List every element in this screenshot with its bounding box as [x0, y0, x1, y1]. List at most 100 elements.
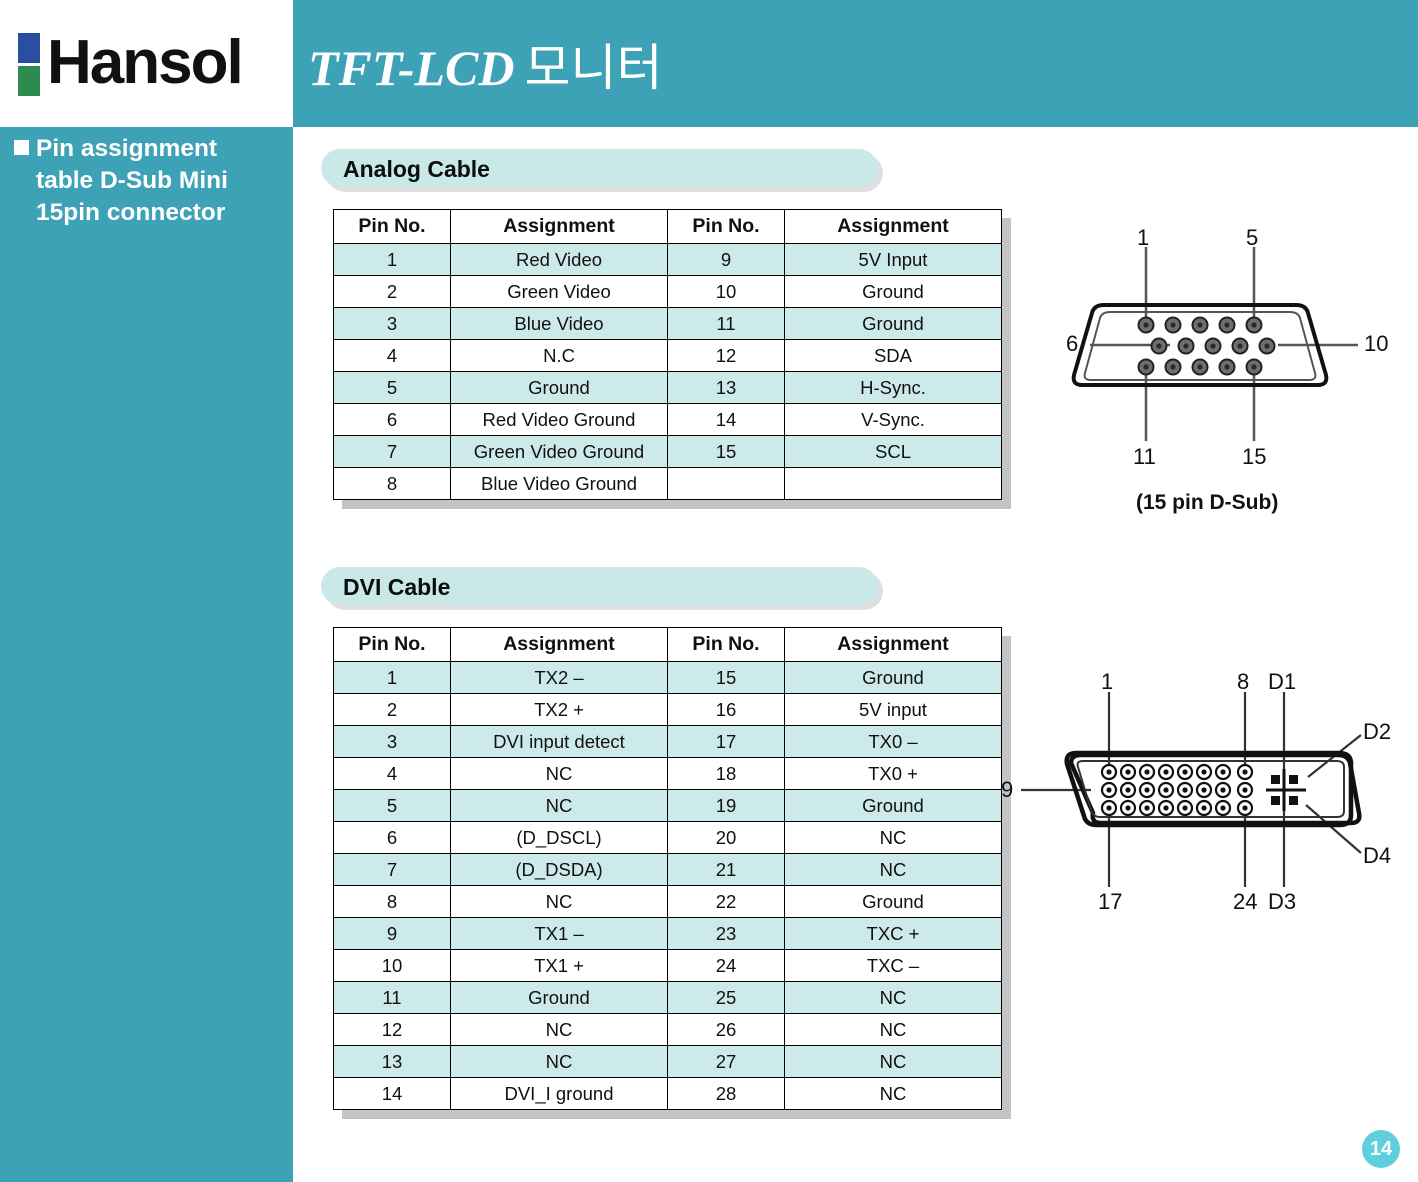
dvi-label-pin9: 9 [1001, 777, 1014, 802]
cell-pin-number: 8 [333, 885, 451, 918]
cell-assignment: H-Sync. [784, 371, 1002, 404]
dvi-label-pin17: 17 [1098, 889, 1123, 914]
logo-wordmark: Hansol [47, 28, 244, 97]
dvi-label-d4: D4 [1363, 843, 1392, 868]
dvi-label-pin24: 24 [1233, 889, 1258, 914]
dsub-label-pin1: 1 [1137, 225, 1150, 250]
cell-assignment: V-Sync. [784, 403, 1002, 436]
table-row: 11 Ground 25 NC [333, 981, 1002, 1014]
cell-assignment: TX0 – [784, 725, 1002, 758]
cell-pin-number [667, 467, 785, 500]
dsub-pins-top [1137, 316, 1263, 334]
cell-pin-number: 23 [667, 917, 785, 950]
cell-pin-number: 12 [667, 339, 785, 372]
cell-assignment: NC [784, 1013, 1002, 1046]
table-row: 1 Red Video 9 5V Input [333, 243, 1002, 276]
cell-assignment: Ground [784, 789, 1002, 822]
cell-assignment: Ground [450, 981, 668, 1014]
cell-assignment: Blue Video [450, 307, 668, 340]
cell-assignment: 5V input [784, 693, 1002, 726]
dvi-table-body: 1 TX2 –15 Ground 2 TX2 +16 5V input 3 DVI input… [333, 661, 1002, 1110]
section-header-dvi-cable-label: DVI Cable [343, 574, 451, 600]
hansol-logo: Hansol [18, 27, 244, 99]
table-row: 4 N.C 12 SDA [333, 339, 1002, 372]
table-row: 10 TX1 +24 TXC – [333, 949, 1002, 982]
logo-blue-square-icon [18, 32, 40, 63]
cell-pin-number: 10 [667, 275, 785, 308]
dsub-label-pin15: 15 [1242, 444, 1267, 469]
cell-assignment: (D_DSCL) [450, 821, 668, 854]
table-row: 12 NC 26 NC [333, 1013, 1002, 1046]
cell-pin-number: 3 [333, 725, 451, 758]
cell-assignment: NC [784, 821, 1002, 854]
cell-assignment: NC [450, 1013, 668, 1046]
cell-pin-number: 17 [667, 725, 785, 758]
dvi-flat-contact-group [1266, 769, 1306, 811]
cell-pin-number: 15 [667, 435, 785, 468]
cell-assignment: Green Video [450, 275, 668, 308]
cell-assignment: TX1 + [450, 949, 668, 982]
cell-pin-number: 20 [667, 821, 785, 854]
cell-pin-number: 7 [333, 853, 451, 886]
column-header: Pin No. [333, 209, 451, 244]
cell-pin-number: 15 [667, 661, 785, 694]
cell-pin-number: 26 [667, 1013, 785, 1046]
dsub-label-pin11: 11 [1133, 444, 1156, 469]
dsub-connector-diagram: 1 5 6 10 11 15 (15 pin D-Sub) [1038, 209, 1398, 514]
cell-assignment: TX0 + [784, 757, 1002, 790]
cell-assignment: Ground [784, 275, 1002, 308]
dsub-connector-svg [1071, 247, 1358, 441]
cell-pin-number: 14 [667, 403, 785, 436]
table-header-row: Pin No. Assignment Pin No. Assignment [333, 209, 1002, 244]
table-row: 9 TX1 –23 TXC + [333, 917, 1002, 950]
cell-assignment: Blue Video Ground [450, 467, 668, 500]
sidebar-heading-line1: Pin assignment [36, 135, 218, 162]
page-number-badge: 14 [1362, 1130, 1400, 1168]
cell-assignment: TX2 + [450, 693, 668, 726]
column-header: Assignment [784, 209, 1002, 244]
dsub-label-pin6: 6 [1066, 331, 1079, 356]
cell-assignment: DVI input detect [450, 725, 668, 758]
cell-pin-number: 13 [667, 371, 785, 404]
page-title: TFT-LCD 모니터 [308, 40, 663, 96]
page-title-korean: 모니터 [524, 40, 663, 96]
cell-pin-number: 12 [333, 1013, 451, 1046]
dvi-label-pin1: 1 [1101, 669, 1114, 694]
analog-cable-table: Pin No. Assignment Pin No. Assignment 1R… [333, 209, 1002, 500]
cell-assignment: DVI_I ground [450, 1077, 668, 1110]
cell-pin-number: 27 [667, 1045, 785, 1078]
cell-pin-number: 13 [333, 1045, 451, 1078]
logo-squares-icon [18, 32, 40, 96]
cell-pin-number: 22 [667, 885, 785, 918]
cell-pin-number: 5 [333, 789, 451, 822]
dvi-cable-table: Pin No. Assignment Pin No. Assignment 1T… [333, 627, 1002, 1110]
cell-assignment: Green Video Ground [450, 435, 668, 468]
cell-pin-number: 24 [667, 949, 785, 982]
cell-pin-number: 4 [333, 757, 451, 790]
cell-assignment: NC [450, 757, 668, 790]
cell-pin-number: 5 [333, 371, 451, 404]
dvi-label-d3: D3 [1268, 889, 1297, 914]
table-row: 2 TX2 +16 5V input [333, 693, 1002, 726]
cell-assignment: NC [784, 1077, 1002, 1110]
cell-assignment: 5V Input [784, 243, 1002, 276]
cell-assignment: N.C [450, 339, 668, 372]
table-row: 3 DVI input detect 17 TX0 – [333, 725, 1002, 758]
cell-pin-number: 1 [333, 243, 451, 276]
cell-pin-number: 11 [333, 981, 451, 1014]
cell-pin-number: 25 [667, 981, 785, 1014]
cell-pin-number: 7 [333, 435, 451, 468]
dvi-label-d2: D2 [1363, 719, 1392, 744]
cell-pin-number: 9 [333, 917, 451, 950]
column-header: Pin No. [333, 627, 451, 662]
cell-pin-number: 1 [333, 661, 451, 694]
cell-assignment: Ground [784, 661, 1002, 694]
cell-pin-number: 9 [667, 243, 785, 276]
cell-pin-number: 16 [667, 693, 785, 726]
dvi-connector-svg [1021, 692, 1362, 887]
cell-assignment: TXC + [784, 917, 1002, 950]
left-sidebar: Pin assignment table D-Sub Mini 15pin co… [0, 127, 293, 1182]
cell-pin-number: 8 [333, 467, 451, 500]
cell-pin-number: 11 [667, 307, 785, 340]
cell-assignment: Ground [450, 371, 668, 404]
